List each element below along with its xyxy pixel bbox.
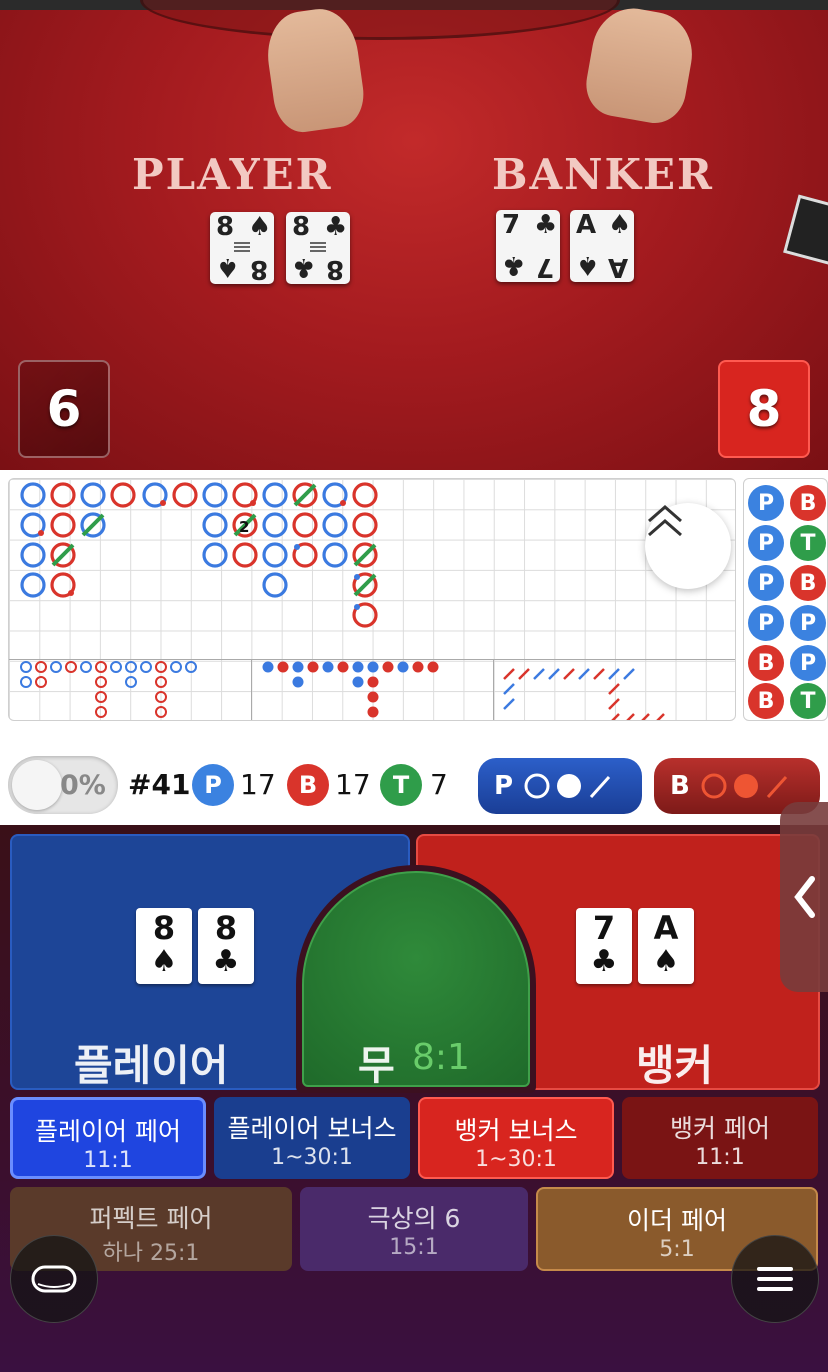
banker-bet-label: 뱅커 <box>636 1041 714 1090</box>
banker-count: 17 <box>335 768 371 801</box>
prediction-cell: B <box>748 645 784 681</box>
percentage-toggle[interactable]: 0% <box>8 756 118 814</box>
banker-card-2: A ♠ <box>638 908 694 984</box>
tie-odds: 8:1 <box>412 1037 470 1078</box>
tie-bet-spot[interactable]: 무 8:1 <box>296 865 536 1093</box>
prediction-cell: B <box>790 565 826 601</box>
table-edge <box>140 0 620 40</box>
card-shoe <box>783 194 828 266</box>
roadmap-panel: 2 P B P T P B P P B P B T 0% #41 P 17 B … <box>0 470 828 825</box>
banker-card-1: 7 ♣ <box>576 908 632 984</box>
player-card-2: 8 ♣ <box>198 908 254 984</box>
menu-button[interactable] <box>731 1235 819 1323</box>
cockroach-road <box>503 668 665 720</box>
live-video-feed: PLAYER BANKER 8 ♠ ♠ 8 8 ♣ ♣ 8 7 ♣ ♣ 7 A ♠ ♠ A 6 … <box>0 0 828 470</box>
tie-bet-label: 무 <box>358 1043 395 1089</box>
player-zone-label: PLAYER <box>132 150 333 199</box>
chevron-left-icon <box>794 876 815 918</box>
banker-pair-bet[interactable]: 뱅커 페어 11:1 <box>622 1097 818 1179</box>
side-panel-toggle[interactable] <box>780 802 828 992</box>
hamburger-menu-icon <box>757 1267 793 1291</box>
player-count: 17 <box>240 768 276 801</box>
derived-roads <box>20 661 197 718</box>
betting-area: 8 ♠ 8 ♣ 플레이어 7 ♣ A ♠ 뱅커 무 8:1 플레이어 페어 11:1 플… <box>0 825 828 1372</box>
player-card-1: 8 ♠ <box>136 908 192 984</box>
tie-count-badge: T <box>380 764 422 806</box>
tie-count-annotation: 2 <box>239 518 249 536</box>
player-count-badge: P <box>192 764 234 806</box>
banker-count-badge: B <box>287 764 329 806</box>
player-prediction-icons <box>524 773 611 799</box>
prediction-cell: P <box>790 605 826 641</box>
expand-roadmap-button[interactable] <box>645 503 731 589</box>
player-score: 6 <box>18 360 110 458</box>
prediction-cell: B <box>790 485 826 521</box>
tie-count: 7 <box>430 768 448 801</box>
prediction-cell: P <box>748 485 784 521</box>
small-road <box>262 661 439 718</box>
player-bonus-bet[interactable]: 플레이어 보너스 1~30:1 <box>214 1097 410 1179</box>
prediction-cell: B <box>748 683 784 719</box>
player-bet-label: 플레이어 <box>74 1041 229 1090</box>
table-banker-card-2: A ♠ ♠ A <box>570 210 634 282</box>
big-road-grid[interactable]: 2 <box>8 478 736 721</box>
round-number: #41 <box>128 768 191 801</box>
double-chevron-up-icon <box>648 505 682 537</box>
toggle-knob <box>12 760 62 810</box>
prediction-cell: P <box>748 605 784 641</box>
road-marks: 2 <box>20 482 665 720</box>
dealer-right-hand <box>581 2 699 128</box>
toggle-percentage: 0% <box>60 770 106 801</box>
table-player-card-2: 8 ♣ ♣ 8 <box>286 212 350 284</box>
super-six-bet[interactable]: 극상의 6 15:1 <box>300 1187 528 1271</box>
banker-prediction-icons <box>701 773 787 799</box>
predict-player-button[interactable]: P <box>478 758 642 814</box>
prediction-cell: P <box>748 525 784 561</box>
baccarat-screen: { "video": { "player_label": "PLAYER", "… <box>0 0 828 1372</box>
table-player-card-1: 8 ♠ ♠ 8 <box>210 212 274 284</box>
banker-zone-label: BANKER <box>492 150 714 199</box>
prediction-cell: P <box>748 565 784 601</box>
table-banker-card-1: 7 ♣ ♣ 7 <box>496 210 560 282</box>
chip-stack-icon <box>31 1265 77 1293</box>
prediction-cell: T <box>790 525 826 561</box>
shoe-stats-bar: 0% #41 P 17 B 17 T 7 P B <box>0 754 828 818</box>
banker-bonus-bet[interactable]: 뱅커 보너스 1~30:1 <box>418 1097 614 1179</box>
prediction-cell: P <box>790 645 826 681</box>
chip-tray-button[interactable] <box>10 1235 98 1323</box>
player-pair-bet[interactable]: 플레이어 페어 11:1 <box>10 1097 206 1179</box>
banker-score: 8 <box>718 360 810 458</box>
prediction-cell: T <box>790 683 826 719</box>
prediction-column: P B P T P B P P B P B T <box>743 478 828 721</box>
